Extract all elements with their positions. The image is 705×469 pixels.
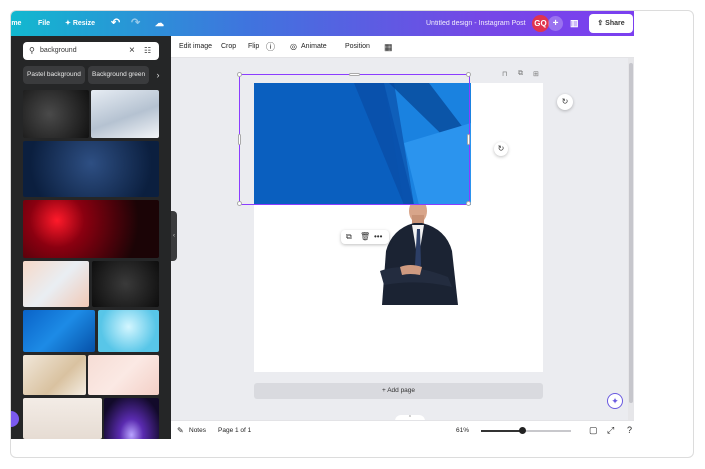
redo-icon[interactable]: ↷ xyxy=(131,11,140,36)
page-grid-icon[interactable]: ▢ xyxy=(589,421,598,439)
chevron-right-icon[interactable]: › xyxy=(153,66,163,84)
zoom-knob[interactable] xyxy=(518,427,526,434)
edit-image-button[interactable]: Edit image xyxy=(179,36,212,58)
page-indicator[interactable]: Page 1 of 1 xyxy=(218,421,251,439)
resize-handle[interactable] xyxy=(467,134,470,145)
result-thumb[interactable] xyxy=(23,398,102,439)
duplicate-icon[interactable]: ⧉ xyxy=(346,230,352,244)
result-thumb[interactable] xyxy=(91,90,159,138)
rotate-handle-icon[interactable]: ↻ xyxy=(494,142,508,156)
resize-button[interactable]: ✦ Resize xyxy=(65,11,95,36)
result-thumb[interactable] xyxy=(23,90,89,138)
refresh-icon[interactable]: ↻ xyxy=(557,94,573,110)
filter-icon[interactable]: ☷ xyxy=(144,42,151,60)
resize-handle[interactable] xyxy=(237,201,242,206)
insights-icon[interactable]: ▥ xyxy=(570,11,579,36)
zoom-slider[interactable] xyxy=(481,427,571,434)
resize-handle[interactable] xyxy=(466,201,471,206)
fullscreen-icon[interactable]: ⤢ xyxy=(607,421,614,439)
duplicate-page-icon[interactable]: ⧉ xyxy=(518,70,523,78)
notes-button[interactable]: Notes xyxy=(189,421,206,439)
magic-assistant-icon[interactable]: ✦ xyxy=(607,393,623,409)
more-icon[interactable]: ••• xyxy=(374,230,382,244)
file-menu[interactable]: File xyxy=(38,11,50,36)
result-thumb[interactable] xyxy=(88,355,159,395)
resize-handle[interactable] xyxy=(237,72,242,77)
element-quick-actions: ⧉ 🗑 ••• xyxy=(341,230,389,244)
undo-icon[interactable]: ↶ xyxy=(111,11,120,36)
resize-handle[interactable] xyxy=(349,73,360,76)
flip-button[interactable]: Flip xyxy=(248,36,259,58)
help-circle-icon[interactable]: ? xyxy=(627,421,632,439)
app-window: Home File ✦ Resize ↶ ↷ ☁ Untitled design… xyxy=(10,10,694,458)
result-thumb[interactable] xyxy=(98,310,159,352)
result-thumb[interactable] xyxy=(92,261,159,307)
lock-icon[interactable]: ⊓ xyxy=(502,70,507,78)
side-panel: ⚲ background × ☷ Pastel background Backg… xyxy=(11,36,171,439)
share-button[interactable]: ⇪ Share xyxy=(589,14,633,33)
result-thumb[interactable] xyxy=(104,398,159,439)
add-page-icon[interactable]: ⊞ xyxy=(533,70,539,78)
notes-icon: ✎ xyxy=(177,426,184,435)
chip-background-green[interactable]: Background green xyxy=(88,66,150,84)
chip-pastel-background[interactable]: Pastel background xyxy=(23,66,85,84)
crop-button[interactable]: Crop xyxy=(221,36,236,58)
add-collaborator-icon[interactable]: + xyxy=(548,16,563,31)
resize-handle[interactable] xyxy=(238,134,241,145)
info-icon[interactable]: ⓘ xyxy=(266,36,275,58)
resize-handle[interactable] xyxy=(466,72,471,77)
trash-icon[interactable]: 🗑 xyxy=(360,230,370,244)
canva-editor: Home File ✦ Resize ↶ ↷ ☁ Untitled design… xyxy=(11,11,634,439)
result-thumb[interactable] xyxy=(23,355,86,395)
animate-button[interactable]: Animate xyxy=(301,36,327,58)
search-input[interactable]: ⚲ background × ☷ xyxy=(23,42,159,60)
vertical-scrollbar[interactable] xyxy=(628,58,634,420)
transparency-icon[interactable]: ▦ xyxy=(384,36,393,58)
resize-label: Resize xyxy=(72,20,95,27)
selection-box xyxy=(237,72,471,206)
result-thumb[interactable] xyxy=(23,310,95,352)
collapse-panel-icon[interactable]: ‹ xyxy=(171,211,177,261)
search-value: background xyxy=(40,47,77,54)
animate-icon: ◎ xyxy=(290,42,297,51)
result-thumb[interactable] xyxy=(23,200,159,258)
home-button[interactable]: Home xyxy=(11,11,21,36)
cloud-saved-icon[interactable]: ☁ xyxy=(155,11,164,36)
avatar[interactable]: GQ xyxy=(532,15,549,32)
share-label: Share xyxy=(605,20,625,27)
search-icon: ⚲ xyxy=(29,46,35,55)
upload-icon: ⇪ xyxy=(597,20,606,27)
add-page-button[interactable]: + Add page xyxy=(254,383,543,399)
result-thumb[interactable] xyxy=(23,261,89,307)
man-in-suit-image[interactable] xyxy=(366,201,466,305)
crown-icon: ✦ xyxy=(65,20,73,27)
document-title[interactable]: Untitled design - Instagram Post xyxy=(426,11,526,36)
result-thumb[interactable] xyxy=(23,141,159,197)
context-toolbar: Edit image Crop Flip ⓘ ◎ Animate Positio… xyxy=(171,36,634,58)
zoom-percent[interactable]: 61% xyxy=(456,421,469,439)
top-bar: Home File ✦ Resize ↶ ↷ ☁ Untitled design… xyxy=(11,11,634,36)
clear-icon[interactable]: × xyxy=(129,42,135,60)
position-button[interactable]: Position xyxy=(345,36,370,58)
scrollbar-thumb[interactable] xyxy=(629,63,633,403)
bottom-bar: ✎ Notes Page 1 of 1 61% ▢ ⤢ ? xyxy=(171,420,634,439)
zoom-fill xyxy=(481,430,522,432)
